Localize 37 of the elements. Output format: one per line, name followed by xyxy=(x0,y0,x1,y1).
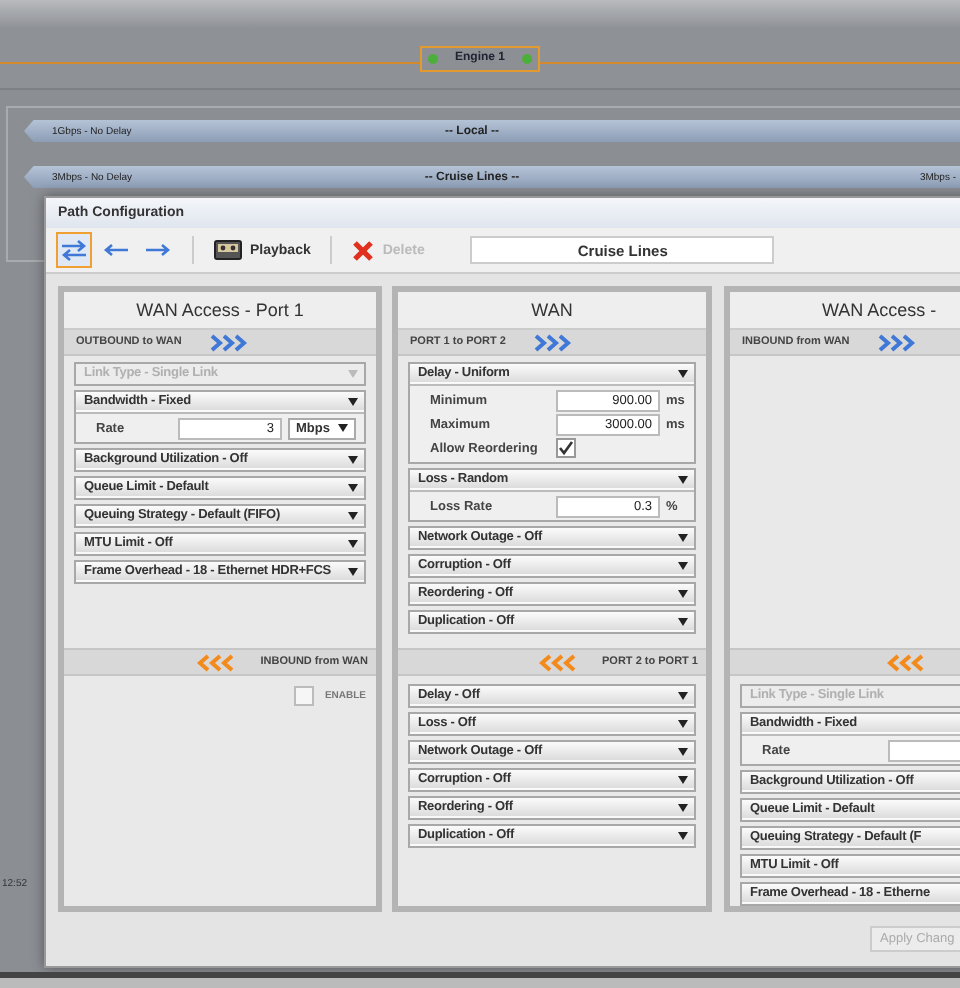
chevrons-right-icon xyxy=(533,333,574,351)
caret-icon xyxy=(678,719,688,727)
caret-icon xyxy=(348,369,358,377)
panel-title: WAN xyxy=(531,300,573,320)
chevrons-right-icon xyxy=(877,333,918,351)
caret-icon xyxy=(678,831,688,839)
swap-arrows-icon xyxy=(60,238,88,262)
enable-checkbox[interactable] xyxy=(294,686,315,706)
chevrons-left-icon xyxy=(886,653,926,671)
caret-icon xyxy=(678,369,688,377)
caret-icon xyxy=(678,747,688,755)
caret-icon xyxy=(348,483,358,491)
caret-icon xyxy=(348,455,358,463)
cassette-icon xyxy=(214,240,242,260)
checkbox[interactable] xyxy=(556,438,576,458)
left-arrow-icon xyxy=(102,238,130,262)
panel-title: WAN Access - Port 1 xyxy=(136,300,304,320)
caret-icon xyxy=(348,397,358,405)
caret-icon xyxy=(678,803,688,811)
caret-icon xyxy=(678,691,688,699)
caret-icon xyxy=(678,775,688,783)
caret-icon xyxy=(348,539,358,547)
caret-icon xyxy=(348,511,358,519)
caret-icon xyxy=(338,424,348,432)
caret-icon xyxy=(678,533,688,541)
caret-icon xyxy=(348,567,358,575)
close-icon xyxy=(352,239,375,261)
chevrons-left-icon xyxy=(196,653,237,671)
right-arrow-icon xyxy=(144,238,172,262)
caret-icon xyxy=(678,475,688,483)
chevrons-right-icon xyxy=(209,333,250,351)
chevrons-left-icon xyxy=(538,653,579,671)
caret-icon xyxy=(678,617,688,625)
caret-icon xyxy=(678,589,688,597)
panel-title: WAN Access - xyxy=(822,300,937,320)
caret-icon xyxy=(678,561,688,569)
swap-arrows-button[interactable] xyxy=(56,232,92,268)
